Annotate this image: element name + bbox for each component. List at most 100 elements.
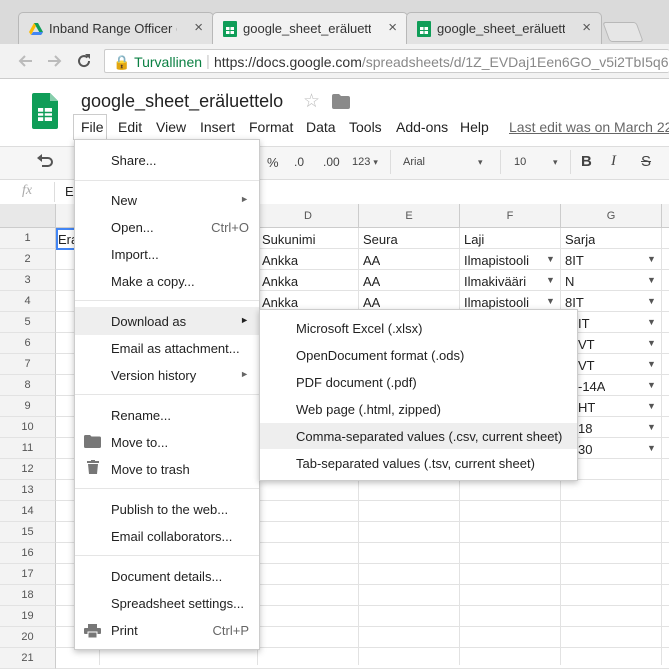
column-header-f[interactable]: F (460, 204, 561, 228)
reload-icon[interactable] (75, 52, 93, 70)
row-header[interactable]: 3 (0, 270, 56, 291)
row-header[interactable]: 4 (0, 291, 56, 312)
row-header[interactable]: 10 (0, 417, 56, 438)
menu-item-make-copy[interactable]: Make a copy... (111, 274, 195, 289)
cell-dropdown-arrow-icon[interactable]: ▼ (647, 338, 656, 348)
cell-dropdown-arrow-icon[interactable]: ▼ (647, 275, 656, 285)
forward-arrow-icon[interactable] (46, 53, 62, 69)
menu-item-share[interactable]: Share... (111, 153, 157, 168)
sheets-logo-icon[interactable] (32, 93, 58, 129)
cell-sarja-partial[interactable]: 18 (578, 421, 592, 436)
menu-item-publish-web[interactable]: Publish to the web... (111, 502, 228, 517)
menu-item-email-attachment[interactable]: Email as attachment... (111, 341, 240, 356)
menu-edit[interactable]: Edit (118, 119, 142, 135)
address-bar[interactable]: 🔒 Turvallinen | https://docs.google.com/… (104, 49, 669, 73)
row-header[interactable]: 13 (0, 480, 56, 501)
new-tab-button[interactable] (602, 22, 644, 42)
chevron-down-icon[interactable]: ▾ (553, 157, 558, 168)
row-header[interactable]: 14 (0, 501, 56, 522)
menu-item-print[interactable]: Print (111, 623, 138, 638)
download-tsv[interactable]: Tab-separated values (.tsv, current shee… (296, 456, 535, 471)
column-header-e[interactable]: E (359, 204, 460, 228)
menu-item-version-history[interactable]: Version history (111, 368, 196, 383)
cell-dropdown-arrow-icon[interactable]: ▼ (647, 401, 656, 411)
download-csv[interactable]: Comma-separated values (.csv, current sh… (296, 429, 562, 444)
download-ods[interactable]: OpenDocument format (.ods) (296, 348, 464, 363)
row-header[interactable]: 1 (0, 228, 56, 249)
cell-dropdown-arrow-icon[interactable]: ▼ (647, 359, 656, 369)
menu-item-email-collaborators[interactable]: Email collaborators... (111, 529, 232, 544)
row-header[interactable]: 9 (0, 396, 56, 417)
menu-item-spreadsheet-settings[interactable]: Spreadsheet settings... (111, 596, 244, 611)
column-header-h[interactable] (662, 204, 669, 228)
download-pdf[interactable]: PDF document (.pdf) (296, 375, 417, 390)
menu-file[interactable]: File (81, 119, 104, 135)
cell-sarja-partial[interactable]: -14A (578, 379, 605, 394)
header-cell-sarja[interactable]: Sarja (565, 232, 595, 247)
font-size-dropdown[interactable]: 10 (514, 156, 526, 168)
row-header[interactable]: 19 (0, 606, 56, 627)
close-icon[interactable]: × (582, 19, 591, 36)
menu-item-move-to-trash[interactable]: Move to trash (111, 462, 190, 477)
browser-tab-sheet-active[interactable]: google_sheet_eräluettelo × (212, 12, 408, 44)
menu-item-import[interactable]: Import... (111, 247, 159, 262)
row-header[interactable]: 12 (0, 459, 56, 480)
browser-tab-inband[interactable]: Inband Range Officer (ki × (18, 12, 214, 44)
download-xlsx[interactable]: Microsoft Excel (.xlsx) (296, 321, 422, 336)
formula-input[interactable]: E (65, 184, 74, 199)
row-header[interactable]: 16 (0, 543, 56, 564)
header-cell-seura[interactable]: Seura (363, 232, 398, 247)
cell-sukunimi[interactable]: Ankka (262, 274, 298, 289)
cell-sarja-partial[interactable]: VT (578, 337, 595, 352)
secure-indicator[interactable]: 🔒 Turvallinen (113, 54, 202, 71)
menu-data[interactable]: Data (306, 119, 336, 135)
column-header-g[interactable]: G (561, 204, 662, 228)
select-all-corner[interactable] (0, 204, 56, 228)
row-header[interactable]: 11 (0, 438, 56, 459)
cell-dropdown-arrow-icon[interactable]: ▼ (647, 422, 656, 432)
strikethrough-button[interactable]: S (641, 153, 651, 170)
cell-sarja[interactable]: N (565, 274, 574, 289)
cell-dropdown-arrow-icon[interactable]: ▼ (647, 380, 656, 390)
cell-laji[interactable]: Ilmakivääri (464, 274, 544, 289)
url-text[interactable]: https://docs.google.com/spreadsheets/d/1… (214, 54, 669, 70)
italic-button[interactable]: I (611, 153, 616, 170)
undo-icon[interactable] (36, 154, 54, 168)
cell-dropdown-arrow-icon[interactable]: ▼ (546, 296, 555, 306)
row-header[interactable]: 8 (0, 375, 56, 396)
cell-sukunimi[interactable]: Ankka (262, 295, 298, 310)
cell-sarja[interactable]: 8IT (565, 295, 584, 310)
chevron-down-icon[interactable]: ▾ (478, 157, 483, 168)
row-header[interactable]: 21 (0, 648, 56, 669)
cell-sarja-partial[interactable]: VT (578, 358, 595, 373)
last-edit-link[interactable]: Last edit was on March 22 (509, 119, 669, 135)
menu-item-open[interactable]: Open... (111, 220, 154, 235)
cell-dropdown-arrow-icon[interactable]: ▼ (546, 275, 555, 285)
bold-button[interactable]: B (581, 153, 592, 170)
cell-dropdown-arrow-icon[interactable]: ▼ (647, 443, 656, 453)
row-header[interactable]: 7 (0, 354, 56, 375)
cell-seura[interactable]: AA (363, 274, 380, 289)
decrease-decimal-button[interactable]: .0 (294, 155, 304, 169)
cell-dropdown-arrow-icon[interactable]: ▼ (647, 254, 656, 264)
cell-seura[interactable]: AA (363, 295, 380, 310)
menu-insert[interactable]: Insert (200, 119, 235, 135)
row-header[interactable]: 17 (0, 564, 56, 585)
browser-tab-sheet[interactable]: google_sheet_eräluettelo × (406, 12, 602, 44)
header-cell-laji[interactable]: Laji (464, 232, 484, 247)
column-header-d[interactable]: D (258, 204, 359, 228)
row-header[interactable]: 15 (0, 522, 56, 543)
cell-seura[interactable]: AA (363, 253, 380, 268)
menu-addons[interactable]: Add-ons (396, 119, 448, 135)
cell-sarja-partial[interactable]: HT (578, 400, 595, 415)
download-html-zipped[interactable]: Web page (.html, zipped) (296, 402, 441, 417)
star-icon[interactable]: ☆ (303, 90, 320, 113)
menu-tools[interactable]: Tools (349, 119, 382, 135)
cell-dropdown-arrow-icon[interactable]: ▼ (647, 296, 656, 306)
row-header[interactable]: 18 (0, 585, 56, 606)
row-header[interactable]: 6 (0, 333, 56, 354)
cell-sarja[interactable]: 8IT (565, 253, 584, 268)
menu-item-new[interactable]: New (111, 193, 137, 208)
row-header[interactable]: 2 (0, 249, 56, 270)
close-icon[interactable]: × (194, 19, 203, 36)
